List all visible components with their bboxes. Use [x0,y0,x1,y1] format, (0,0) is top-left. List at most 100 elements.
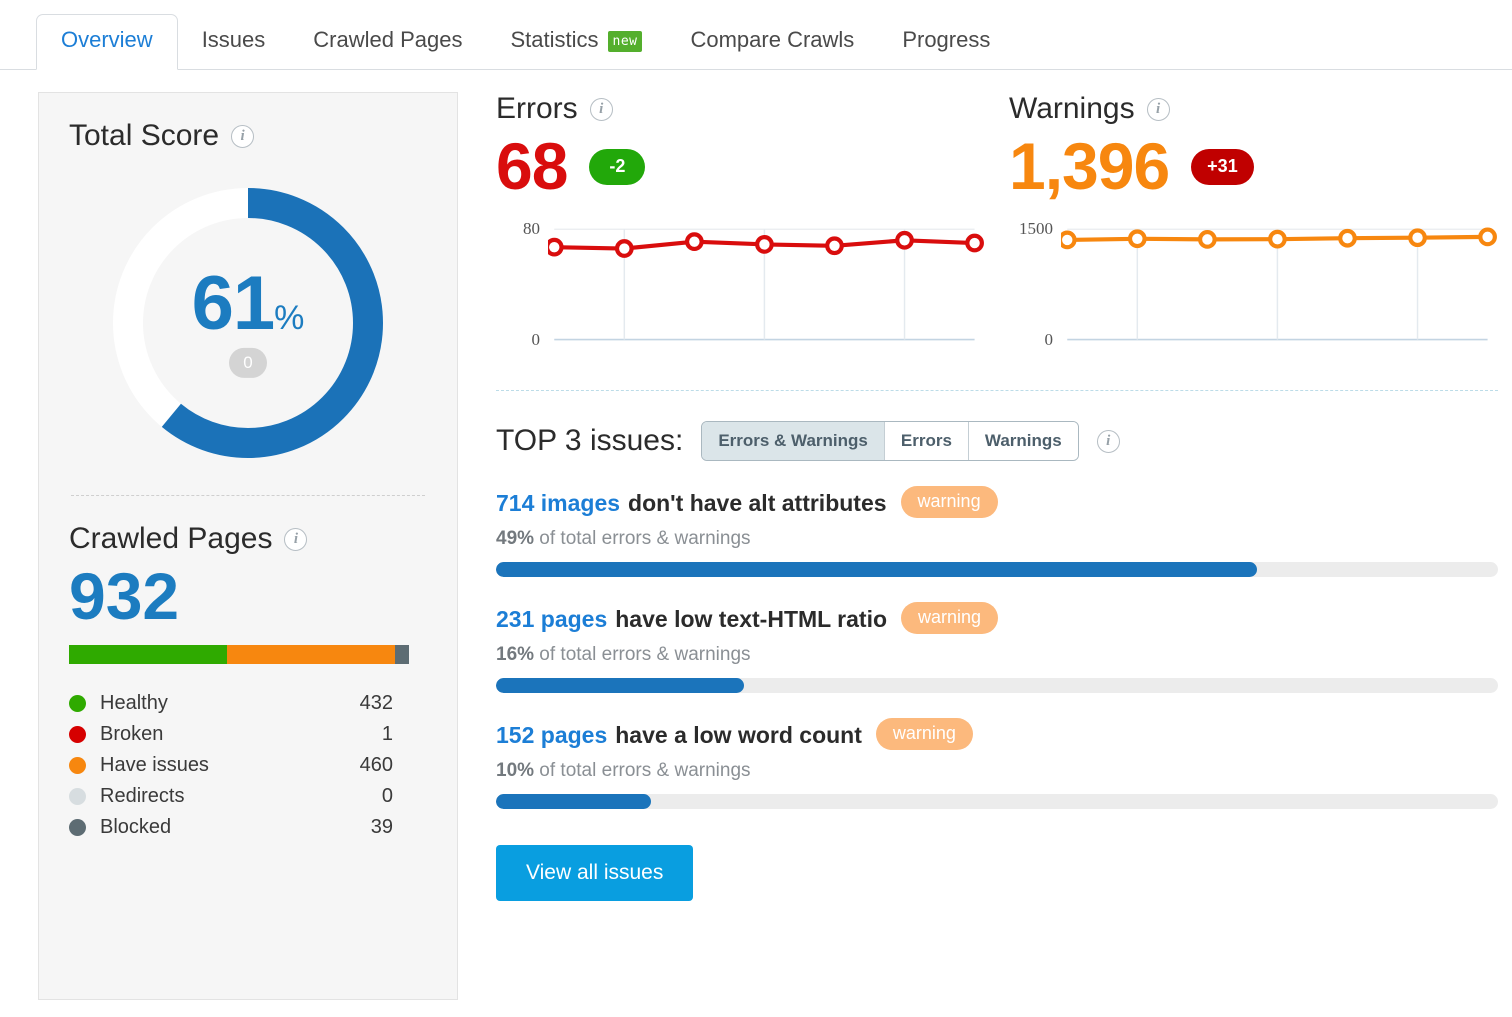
tab-label: Progress [902,27,991,52]
view-all-issues-button[interactable]: View all issues [496,845,694,902]
chart-data-point[interactable] [614,239,634,259]
warnings-chart-svg [1061,227,1497,341]
issue-filter-option[interactable]: Errors [883,422,968,461]
warnings-title: Warnings i [1009,92,1498,126]
issue-title: 152 pages have a low word count warning [496,718,1498,751]
issue-progress-fill [496,678,745,694]
panel-divider [71,495,425,496]
issue-filter-option[interactable]: Errors & Warnings [702,422,884,461]
tab-bar: Overview Issues Crawled Pages Statistics… [0,0,1512,70]
chart-data-point[interactable] [1338,229,1357,248]
issue-quantity-link[interactable]: 714 images [496,490,620,517]
chart-data-point[interactable] [1268,230,1287,249]
errors-y-axis: 80 0 [496,219,548,349]
total-score-title: Total Score i [69,119,427,153]
info-icon[interactable]: i [231,124,255,148]
score-line: 61% [148,265,348,341]
errors-value-row: 68 -2 [496,129,985,203]
tab-label: Crawled Pages [313,27,463,52]
issue-share-text: 10% of total errors & warnings [496,760,751,782]
chart-data-point[interactable] [965,233,984,253]
legend-color-dot [69,788,86,806]
right-column: Errors i 68 -2 80 0 Warnings i 1,396 +31… [496,92,1498,1000]
issue-filter-segmented-control: Errors & Warnings Errors Warnings [701,421,1079,462]
tab-label: Statistics [510,27,599,52]
issue-description: have a low word count [615,721,862,748]
errors-chart-svg [548,228,984,341]
issue-share-percent: 10% [496,760,535,782]
tab-overview[interactable]: Overview [36,14,178,70]
chart-data-point[interactable] [755,235,774,255]
legend-color-dot [69,819,86,837]
legend-value: 39 [370,816,393,839]
issue-description: have low text-HTML ratio [615,605,888,632]
legend-color-dot [69,757,86,775]
top3-header: TOP 3 issues: Errors & Warnings Errors War… [496,421,1498,462]
issue-row: 231 pages have low text-HTML ratio warning… [496,602,1498,694]
tab-label: Overview [61,27,153,52]
errors-count: 68 [496,129,568,203]
chart-data-point[interactable] [548,238,564,257]
chart-data-point[interactable] [1408,228,1427,248]
section-divider [496,390,1498,392]
issue-row: 152 pages have a low word count warning 10%… [496,718,1498,810]
tab-issues[interactable]: Issues [178,15,290,69]
tab-statistics[interactable]: Statistics new [486,15,666,69]
legend-row: Blocked 39 [69,812,427,843]
tab-progress[interactable]: Progress [878,15,1014,69]
tab-crawled-pages[interactable]: Crawled Pages [289,15,486,69]
crawled-pages-title: Crawled Pages i [69,522,427,556]
issue-share-text: 49% of total errors & warnings [496,528,751,550]
issue-quantity-link[interactable]: 152 pages [496,722,607,749]
chart-data-point[interactable] [895,231,914,250]
score-percent-symbol: % [274,298,305,337]
legend-label: Have issues [100,754,209,777]
chart-data-point[interactable] [684,232,704,252]
legend-value: 432 [359,692,393,715]
bar-segment [69,645,227,665]
status-badge: warning [875,718,973,751]
chart-data-point[interactable] [1061,230,1077,250]
errors-block: Errors i 68 -2 80 0 [496,92,985,349]
warnings-value-row: 1,396 +31 [1009,131,1498,201]
legend-label: Healthy [100,692,168,715]
issue-title: 714 images don't have alt attributes warni… [496,486,1498,519]
legend-value: 1 [381,723,393,746]
legend-color-dot [69,695,86,713]
issue-quantity-link[interactable]: 231 pages [496,606,607,633]
chart-data-point[interactable] [1478,227,1497,247]
legend-label: Broken [100,723,164,746]
left-column: Total Score i 61% 0 Crawled Pages i 932 … [38,92,458,1000]
section-title: Errors [496,92,578,125]
info-icon[interactable]: i [1146,97,1170,121]
score-value: 61 [191,260,276,346]
chart-data-point[interactable] [1127,229,1147,249]
errors-title: Errors i [496,92,985,126]
legend-row: Broken 1 [69,719,427,750]
tab-label: Issues [201,27,266,52]
issue-text-group: 714 images don't have alt attributes [496,490,887,517]
tab-compare-crawls[interactable]: Compare Crawls [666,15,878,69]
warnings-y-axis: 1500 0 [1009,219,1061,349]
issue-progress-bar [496,678,1498,694]
crawled-pages-legend: Healthy 432 Broken 1 Have issues 460 Redirects… [69,688,427,843]
chart-data-point[interactable] [1197,230,1217,250]
tab-label: Compare Crawls [690,27,855,52]
total-score-donut: 61% 0 [69,173,427,473]
chart-data-point[interactable] [825,236,844,256]
info-icon[interactable]: i [589,97,613,121]
errors-sparkline: 80 0 [496,219,985,349]
info-icon[interactable]: i [1096,429,1120,453]
legend-label: Blocked [100,816,172,839]
axis-max-label: 80 [523,219,540,239]
issue-list: 714 images don't have alt attributes warni… [496,486,1498,810]
info-icon[interactable]: i [284,527,308,551]
axis-max-label: 1500 [1019,219,1053,239]
warnings-delta-badge: +31 [1191,148,1254,185]
stats-row: Errors i 68 -2 80 0 Warnings i 1,396 +31… [496,92,1498,349]
status-badge: warning [901,602,999,635]
issue-filter-option[interactable]: Warnings [967,422,1078,461]
score-delta-badge: 0 [229,348,267,379]
legend-value: 460 [359,754,393,777]
axis-min-label: 0 [531,330,541,350]
